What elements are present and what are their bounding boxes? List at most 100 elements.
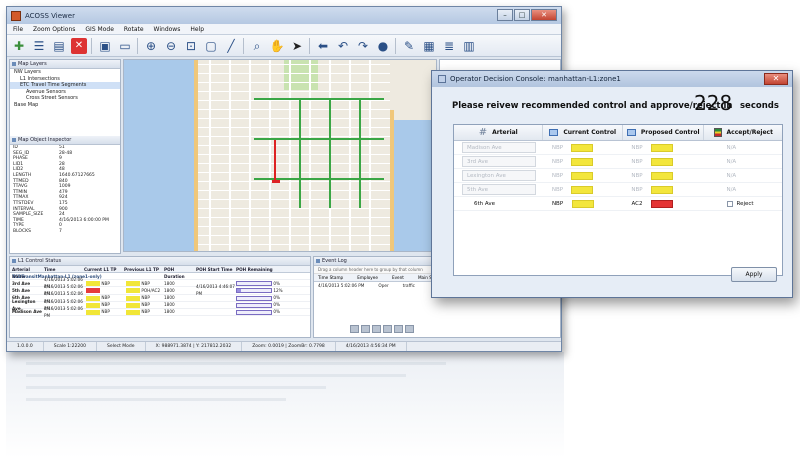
west-side-highway bbox=[194, 60, 198, 251]
menu-file[interactable]: File bbox=[13, 26, 23, 33]
network-icon[interactable]: ✚ bbox=[11, 38, 27, 54]
dialog-title-bar[interactable]: Operator Decision Console: manhattan-L1:… bbox=[432, 71, 792, 87]
travel-segment[interactable] bbox=[329, 98, 331, 208]
travel-segment[interactable] bbox=[299, 98, 301, 208]
status-previous-value: NBP bbox=[141, 309, 150, 315]
close-button[interactable]: ✕ bbox=[531, 9, 557, 21]
save-icon[interactable]: ▤ bbox=[51, 38, 67, 54]
accept-reject-cell: N/A bbox=[704, 183, 782, 196]
decision-row[interactable]: Lexington Ave NBP NBP N/A bbox=[454, 169, 782, 183]
table-icon[interactable]: ▦ bbox=[421, 38, 437, 54]
map-view[interactable] bbox=[123, 59, 437, 252]
window-icon[interactable]: ▢ bbox=[203, 38, 219, 54]
redo-icon[interactable]: ↷ bbox=[355, 38, 371, 54]
remaining-progress-bar bbox=[236, 281, 272, 287]
col-previous-tp[interactable]: Previous L1 TP bbox=[124, 266, 164, 272]
next-page-icon[interactable] bbox=[372, 325, 381, 333]
settings-sliders-icon[interactable]: ☰ bbox=[31, 38, 47, 54]
col-poh-start[interactable]: POH Start Time bbox=[196, 266, 236, 272]
refresh-icon[interactable] bbox=[394, 325, 403, 333]
col-current-tp[interactable]: Current L1 TP bbox=[84, 266, 124, 272]
travel-segment[interactable] bbox=[254, 98, 384, 100]
col-proposed-header[interactable]: Proposed Control bbox=[623, 125, 705, 140]
monitor-icon[interactable]: ▭ bbox=[117, 38, 133, 54]
col-employee[interactable]: Employee bbox=[357, 274, 378, 281]
col-current-header[interactable]: Current Control bbox=[543, 125, 623, 140]
status-arterial: Madison Ave bbox=[12, 309, 42, 315]
globe-icon[interactable]: ● bbox=[375, 38, 391, 54]
zoom-in-icon[interactable]: ⊕ bbox=[143, 38, 159, 54]
col-poh-remaining[interactable]: POH Remaining bbox=[236, 266, 308, 272]
remaining-percent: 0% bbox=[273, 295, 280, 301]
status-row[interactable]: Madison Ave 4/16/2013 5:02:06 PM NBP NBP 1… bbox=[10, 306, 310, 318]
control-color-swatch bbox=[86, 281, 100, 287]
menu-zoom-options[interactable]: Zoom Options bbox=[33, 26, 75, 33]
prev-page-icon[interactable] bbox=[361, 325, 370, 333]
event-type: traffic bbox=[402, 283, 415, 288]
control-color-swatch bbox=[126, 288, 140, 294]
grid-icon[interactable]: ▥ bbox=[461, 38, 477, 54]
main-window-title: ACOSS Viewer bbox=[25, 11, 75, 20]
pan-icon[interactable]: ✋ bbox=[269, 38, 285, 54]
decision-table-header: # Arterial Current Control Proposed Cont… bbox=[454, 125, 782, 141]
avenue-line bbox=[229, 60, 231, 251]
list-icon[interactable]: ≣ bbox=[441, 38, 457, 54]
measure-icon[interactable]: ╱ bbox=[223, 38, 239, 54]
col-event[interactable]: Event bbox=[392, 274, 404, 281]
edit-icon[interactable]: ✎ bbox=[401, 38, 417, 54]
menu-help[interactable]: Help bbox=[190, 26, 204, 33]
col-poh-duration[interactable]: POH Duration bbox=[164, 266, 196, 279]
monitor-icon bbox=[626, 129, 636, 136]
stop-icon[interactable]: ✕ bbox=[71, 37, 87, 54]
col-accept-header[interactable]: Accept/Reject bbox=[704, 125, 782, 140]
filter-icon[interactable] bbox=[405, 325, 414, 333]
decision-row[interactable]: 5th Ave NBP NBP N/A bbox=[454, 183, 782, 197]
col-arterial-header[interactable]: # Arterial bbox=[454, 125, 544, 140]
congested-segment[interactable] bbox=[272, 180, 280, 183]
travel-segment[interactable] bbox=[359, 98, 361, 208]
main-title-bar[interactable]: ACOSS Viewer – □ ✕ bbox=[7, 7, 561, 24]
event-employee: Oper bbox=[378, 283, 389, 288]
dialog-close-button[interactable]: ✕ bbox=[764, 73, 788, 85]
arterial-cell: Madison Ave bbox=[454, 141, 543, 154]
decision-row[interactable]: Madison Ave NBP NBP N/A bbox=[454, 141, 782, 155]
col-time-stamp[interactable]: Time Stamp bbox=[318, 274, 343, 281]
undo-icon[interactable]: ↶ bbox=[335, 38, 351, 54]
inspector-title: Map Object Inspector bbox=[10, 136, 120, 145]
apply-button[interactable]: Apply bbox=[731, 267, 777, 282]
col-arterial[interactable]: Arterial Name bbox=[10, 266, 44, 279]
minimize-button[interactable]: – bbox=[497, 9, 513, 21]
accept-reject-label: N/A bbox=[726, 144, 737, 151]
reject-checkbox[interactable] bbox=[726, 200, 733, 207]
fit-icon[interactable]: ⊡ bbox=[183, 38, 199, 54]
menu-windows[interactable]: Windows bbox=[154, 26, 181, 33]
accept-reject-cell: N/A bbox=[704, 155, 782, 168]
layer-item[interactable]: Base Map bbox=[10, 102, 120, 109]
search-icon[interactable]: ⌕ bbox=[249, 38, 265, 54]
accept-reject-label: N/A bbox=[726, 172, 737, 179]
decision-row[interactable]: 3rd Ave NBP NBP N/A bbox=[454, 155, 782, 169]
accept-reject-cell: N/A bbox=[704, 141, 782, 154]
congested-segment[interactable] bbox=[274, 140, 276, 180]
menu-gis-mode[interactable]: GIS Mode bbox=[85, 26, 113, 33]
inspector-row[interactable]: BLOCKS 7 bbox=[10, 229, 120, 235]
col-time[interactable]: Time bbox=[44, 266, 84, 272]
first-page-icon[interactable] bbox=[350, 325, 359, 333]
select-icon[interactable]: ➤ bbox=[289, 38, 305, 54]
back-icon[interactable]: ⬅ bbox=[315, 38, 331, 54]
last-page-icon[interactable] bbox=[383, 325, 392, 333]
avenue-line bbox=[289, 60, 291, 251]
avenue-line bbox=[209, 60, 211, 251]
dialog-icon bbox=[438, 75, 446, 83]
decision-row[interactable]: 6th Ave NBP AC2 Reject bbox=[454, 197, 782, 211]
status-arterial: 3rd Ave bbox=[12, 280, 31, 286]
remaining-percent: 0% bbox=[273, 302, 280, 308]
maximize-button[interactable]: □ bbox=[514, 9, 530, 21]
status-remaining: 0% bbox=[236, 308, 308, 315]
menu-rotate[interactable]: Rotate bbox=[124, 26, 144, 33]
export-icon[interactable]: ▣ bbox=[97, 38, 113, 54]
window-controls: – □ ✕ bbox=[497, 9, 557, 21]
remaining-progress-bar bbox=[236, 309, 272, 315]
object-inspector: Map Object Inspector ID 51 SEG_ID 28-48 PHAS… bbox=[10, 136, 120, 235]
zoom-out-icon[interactable]: ⊖ bbox=[163, 38, 179, 54]
